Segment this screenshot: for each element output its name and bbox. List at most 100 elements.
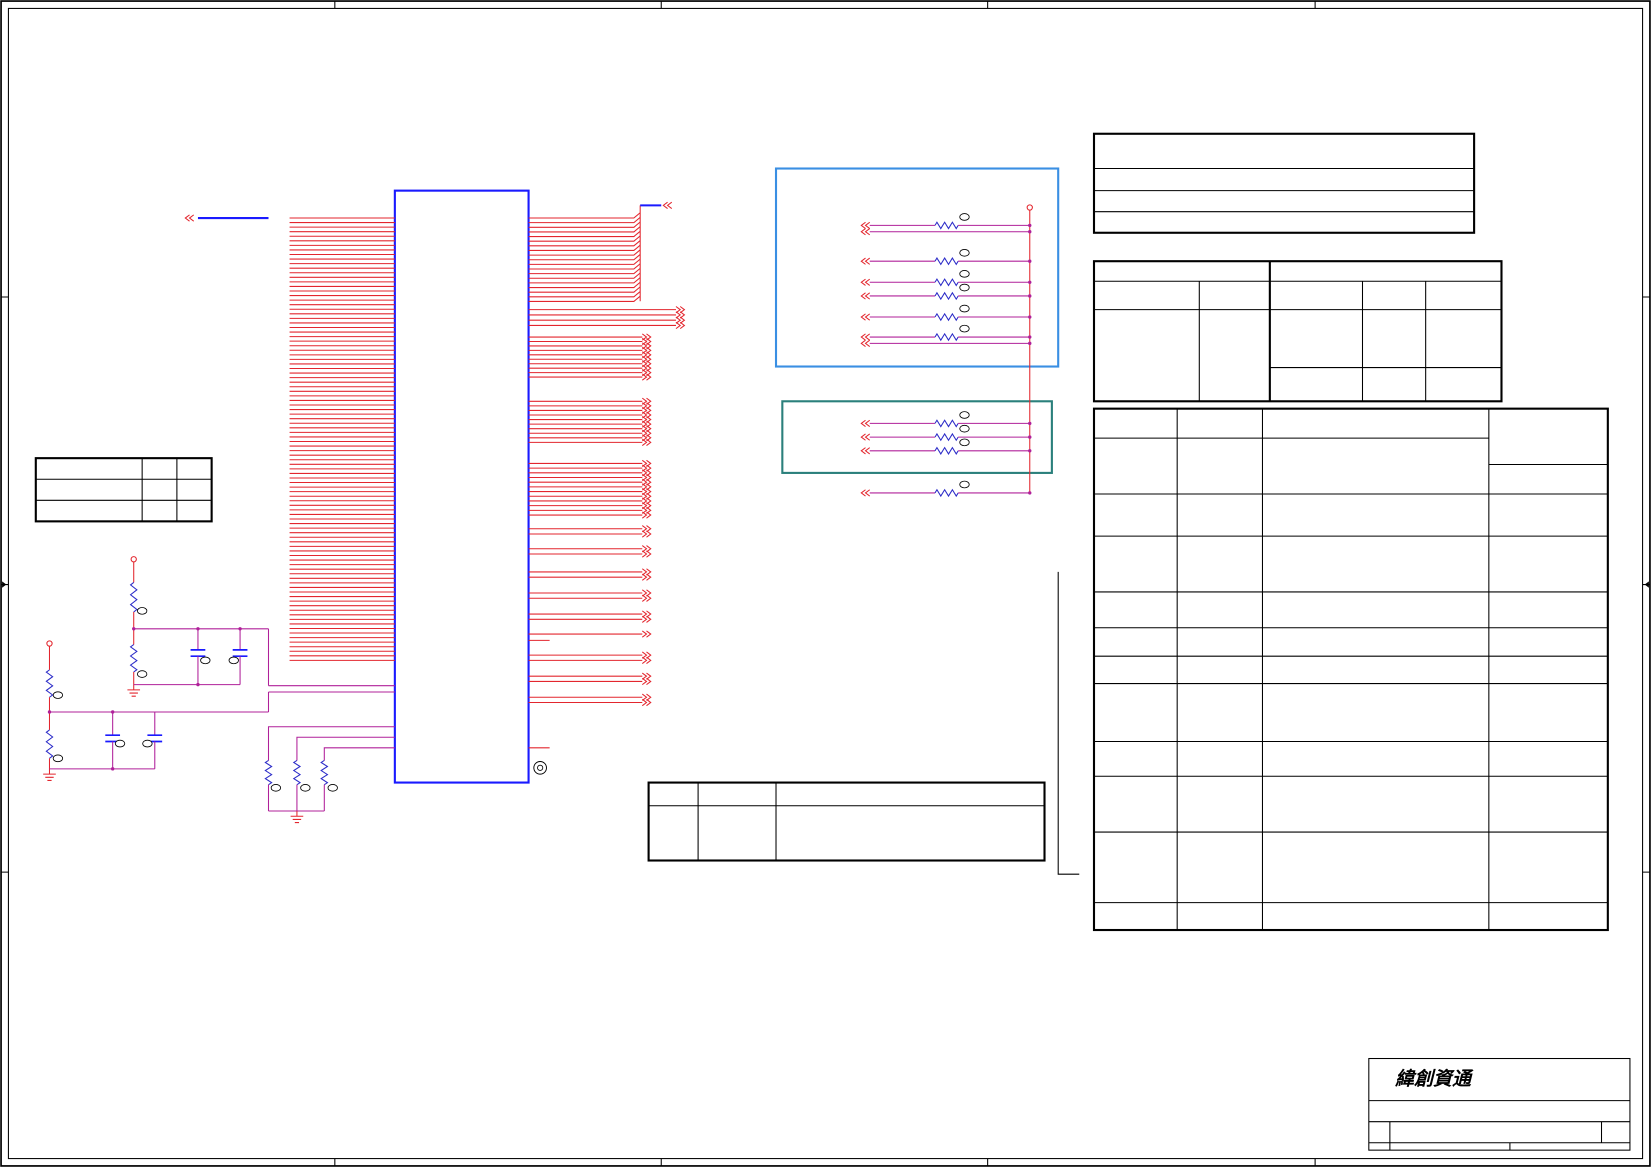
- component-ref-label: [327, 784, 338, 792]
- component-ref-label: [959, 324, 970, 333]
- component-ref-label: [959, 213, 970, 221]
- strap-table: [34, 457, 213, 523]
- junction-dot: [1028, 294, 1032, 298]
- termination-resistor-nets: [860, 204, 1033, 498]
- table-grid: [1093, 167, 1475, 213]
- off-page-connector: [184, 214, 195, 222]
- component-ref-label: [959, 304, 970, 313]
- ground-symbol: [43, 773, 56, 781]
- off-page-connector: [641, 438, 652, 446]
- junction-dot: [110, 710, 115, 714]
- table-border: [1092, 407, 1609, 932]
- left-signal-bus: [184, 214, 395, 661]
- resistor: [292, 760, 302, 786]
- off-page-connector: [860, 489, 871, 497]
- junction-dot: [1028, 335, 1032, 339]
- zone-tick-marks: [1, 1, 1650, 1166]
- junction-dot: [196, 627, 200, 631]
- centering-arrow-left: [2, 581, 7, 588]
- off-page-connector: [641, 511, 652, 519]
- resistor: [934, 257, 959, 266]
- component-ref-label: [300, 784, 311, 792]
- component-ref-label: [959, 270, 970, 278]
- off-page-connector: [860, 339, 871, 347]
- ground-symbol: [127, 689, 141, 697]
- component-ref-label: [114, 739, 126, 748]
- junction-dot: [1028, 230, 1032, 234]
- info-table-large: [1092, 407, 1609, 932]
- off-page-connector: [641, 373, 652, 381]
- resistor: [934, 432, 959, 442]
- junction-dot: [132, 627, 136, 631]
- junction-dot: [110, 767, 115, 771]
- off-page-connector: [860, 221, 871, 229]
- component-ref-label: [228, 656, 239, 665]
- component-ref-label: [959, 438, 970, 447]
- junction-dot: [47, 710, 52, 714]
- table-grid: [35, 458, 212, 522]
- wire: [323, 747, 395, 761]
- junction-dot: [1028, 421, 1032, 426]
- component-ref-label: [136, 670, 148, 678]
- title-block: 緯創資通: [1368, 1057, 1631, 1151]
- off-page-connector: [860, 228, 871, 236]
- junction-dot: [1028, 259, 1032, 263]
- component-ref-label: [52, 754, 64, 763]
- off-page-connector: [860, 447, 871, 455]
- table-border: [1092, 260, 1503, 403]
- junction-dot: [1028, 491, 1032, 495]
- capacitor: [190, 649, 206, 658]
- main-ic-body: [393, 189, 530, 784]
- gp-marker-circle: [533, 761, 547, 775]
- drawing-frame: [0, 0, 1651, 1167]
- table-border: [34, 457, 213, 523]
- component-ref-label: [959, 480, 970, 489]
- title-block-grid: [1368, 1100, 1630, 1151]
- resistor: [934, 446, 959, 455]
- bus-wire: [528, 212, 641, 219]
- resistor: [320, 760, 329, 786]
- component-ref-label: [959, 424, 970, 433]
- junction-dot: [1028, 315, 1032, 319]
- component-ref-label: [959, 283, 970, 292]
- component-ref-label: [52, 691, 64, 699]
- component-ref-label: [142, 739, 153, 748]
- table-border: [1092, 132, 1476, 234]
- note-table: [647, 781, 1046, 862]
- resistor: [264, 760, 273, 786]
- junction-dot: [238, 627, 242, 631]
- table-border: [647, 781, 1046, 862]
- off-page-connector: [860, 333, 871, 341]
- wire: [267, 726, 395, 761]
- gp-marker-inner: [537, 764, 544, 771]
- resistor: [934, 291, 959, 301]
- component-ref-label: [136, 607, 148, 615]
- component-ref-label: [959, 411, 970, 419]
- component-ref-label: [270, 784, 282, 792]
- junction-dot: [1028, 280, 1032, 284]
- centering-arrow-right: [1644, 581, 1649, 588]
- off-page-connector: [860, 419, 871, 427]
- off-page-connector: [641, 630, 652, 638]
- junction-dot: [1028, 449, 1032, 453]
- ground-symbol: [290, 815, 304, 824]
- capacitor: [232, 649, 248, 658]
- resistor: [45, 729, 54, 759]
- bias-circuit-upper: [127, 556, 395, 697]
- resistor: [934, 312, 959, 322]
- table-grid: [1093, 280, 1502, 402]
- power-node: [1026, 204, 1033, 211]
- off-page-connector: [860, 433, 871, 441]
- table-grid: [1093, 408, 1608, 931]
- junction-dot: [196, 682, 200, 687]
- resistor: [934, 419, 959, 428]
- resistor: [45, 669, 54, 698]
- info-table-middle: [1092, 260, 1503, 403]
- schematic-sheet: 緯創資通: [0, 0, 1651, 1167]
- component-ref-label: [200, 656, 211, 665]
- junction-dot: [1028, 341, 1032, 346]
- wire: [296, 736, 395, 761]
- off-page-connector: [860, 257, 871, 265]
- resistor: [934, 332, 959, 342]
- info-table-top: [1092, 132, 1476, 234]
